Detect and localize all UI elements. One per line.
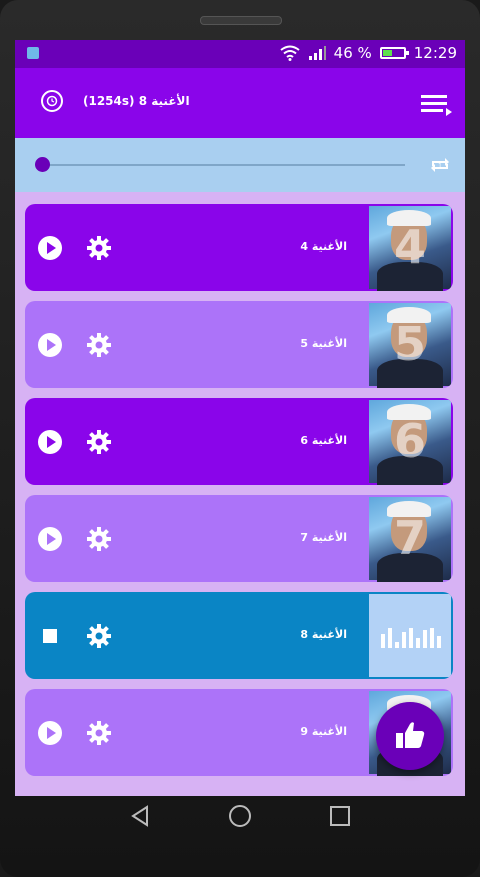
notification-icon (27, 47, 39, 59)
speaker-grille (200, 16, 282, 25)
song-title: الأغنية 7 (300, 531, 347, 544)
app-bar: الأغنية 8 (1254s) (15, 68, 465, 138)
gear-icon[interactable] (86, 526, 112, 552)
clock: 12:29 (413, 44, 457, 62)
thumbs-up-icon (396, 722, 425, 748)
song-title: الأغنية 5 (300, 337, 347, 350)
equalizer-icon (381, 628, 441, 648)
gear-icon[interactable] (86, 720, 112, 746)
now-playing-title: الأغنية 8 (1254s) (83, 94, 190, 108)
status-bar: 46 % 12:29 (15, 40, 465, 68)
battery-icon (379, 47, 409, 59)
svg-text:1: 1 (438, 163, 442, 170)
song-title: الأغنية 6 (300, 434, 347, 447)
thumbnail-number: 7 (393, 511, 426, 565)
gear-icon[interactable] (86, 429, 112, 455)
song-thumbnail: 5 (369, 303, 451, 388)
repeat-one-icon[interactable]: 1 (429, 154, 451, 176)
song-item[interactable]: الأغنية 6 6 (25, 398, 453, 485)
gear-icon[interactable] (86, 235, 112, 261)
song-thumbnail (369, 594, 451, 677)
song-item[interactable]: الأغنية 5 5 (25, 301, 453, 388)
seek-track[interactable] (41, 164, 405, 166)
play-icon[interactable] (37, 235, 63, 261)
gear-icon[interactable] (86, 623, 112, 649)
clock-music-icon[interactable] (41, 90, 63, 112)
song-title: الأغنية 4 (300, 240, 347, 253)
thumbnail-number: 6 (393, 414, 426, 468)
seek-bar-panel: 1 (15, 138, 465, 192)
recents-icon[interactable] (328, 804, 352, 828)
phone-frame: 46 % 12:29 الأغنية 8 (1254s) 1 الأغنية 4… (0, 0, 480, 877)
thumbnail-number: 4 (393, 220, 426, 274)
thumbnail-number: 5 (393, 317, 426, 371)
song-title: الأغنية 9 (300, 725, 347, 738)
play-icon[interactable] (37, 720, 63, 746)
app-screen: 46 % 12:29 الأغنية 8 (1254s) 1 الأغنية 4… (15, 40, 465, 796)
seek-thumb[interactable] (35, 157, 50, 172)
play-icon[interactable] (37, 332, 63, 358)
song-title: الأغنية 8 (300, 628, 347, 641)
play-icon[interactable] (37, 526, 63, 552)
playlist-icon[interactable] (419, 92, 453, 116)
gear-icon[interactable] (86, 332, 112, 358)
song-item[interactable]: الأغنية 8 (25, 592, 453, 679)
like-button[interactable] (376, 702, 444, 770)
back-icon[interactable] (128, 804, 152, 828)
wifi-icon (280, 45, 300, 61)
battery-percent: 46 % (333, 44, 372, 62)
song-thumbnail: 7 (369, 497, 451, 582)
song-thumbnail: 6 (369, 400, 451, 485)
home-icon[interactable] (228, 804, 252, 828)
play-icon[interactable] (37, 429, 63, 455)
stop-icon[interactable] (37, 623, 63, 649)
system-nav-bar (0, 796, 480, 836)
song-thumbnail: 4 (369, 206, 451, 291)
song-list: الأغنية 4 4 الأغنية 5 5 الأغنية 6 6 الأغنية 7 7… (25, 204, 455, 786)
signal-icon (308, 46, 326, 60)
song-item[interactable]: الأغنية 7 7 (25, 495, 453, 582)
song-item[interactable]: الأغنية 4 4 (25, 204, 453, 291)
